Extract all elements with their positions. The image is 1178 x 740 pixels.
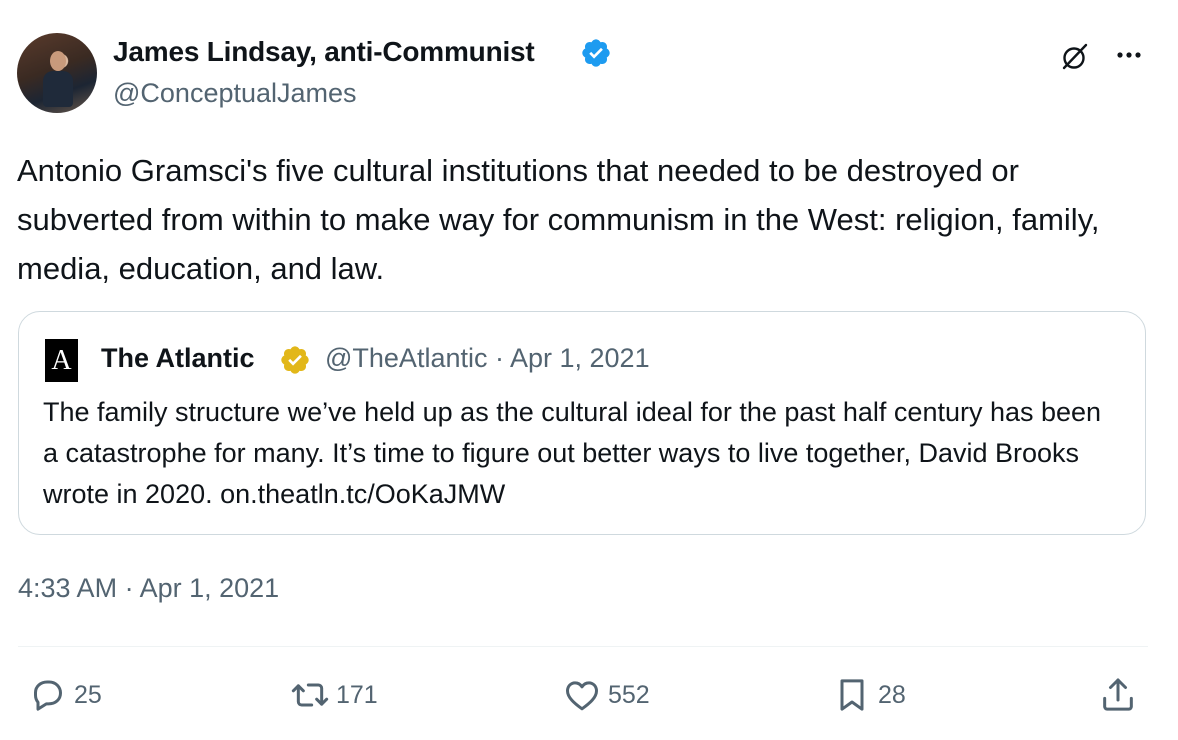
quoted-tweet[interactable]: A The Atlantic @TheAtlantic · Apr 1, 202…: [18, 311, 1146, 535]
repost-icon: [291, 683, 329, 707]
bookmark-button[interactable]: 28: [832, 672, 906, 718]
bookmark-count: 28: [878, 680, 906, 709]
quoted-handle-date: @TheAtlantic · Apr 1, 2021: [325, 343, 650, 373]
like-button[interactable]: 552: [562, 672, 650, 718]
author-handle[interactable]: @ConceptualJames: [113, 78, 357, 109]
repost-count: 171: [336, 680, 378, 709]
tweet-card: James Lindsay, anti-Communist @Conceptua…: [0, 0, 1178, 740]
repost-button[interactable]: 171: [290, 672, 378, 718]
quoted-author-name: The Atlantic: [101, 343, 255, 373]
reply-count: 25: [74, 680, 102, 709]
bookmark-icon: [840, 679, 864, 711]
gold-verified-badge-icon: [281, 346, 309, 374]
divider: [18, 646, 1148, 647]
grok-icon[interactable]: [1058, 40, 1092, 74]
heart-icon: [566, 681, 598, 711]
author-avatar[interactable]: [17, 33, 97, 113]
reply-icon: [34, 680, 62, 711]
more-dots-icon[interactable]: [1112, 38, 1146, 72]
quoted-avatar-logo: A: [45, 339, 78, 382]
author-name[interactable]: James Lindsay, anti-Communist: [113, 36, 535, 68]
share-button[interactable]: [1098, 672, 1138, 718]
tweet-timestamp[interactable]: 4:33 AM · Apr 1, 2021: [18, 573, 279, 604]
quoted-text: The family structure we’ve held up as th…: [43, 397, 1102, 509]
like-count: 552: [608, 680, 650, 709]
verified-badge-icon: [582, 39, 610, 67]
reply-button[interactable]: 25: [28, 672, 102, 718]
share-icon: [1103, 678, 1133, 711]
tweet-text: Antonio Gramsci's five cultural institut…: [17, 153, 1100, 286]
